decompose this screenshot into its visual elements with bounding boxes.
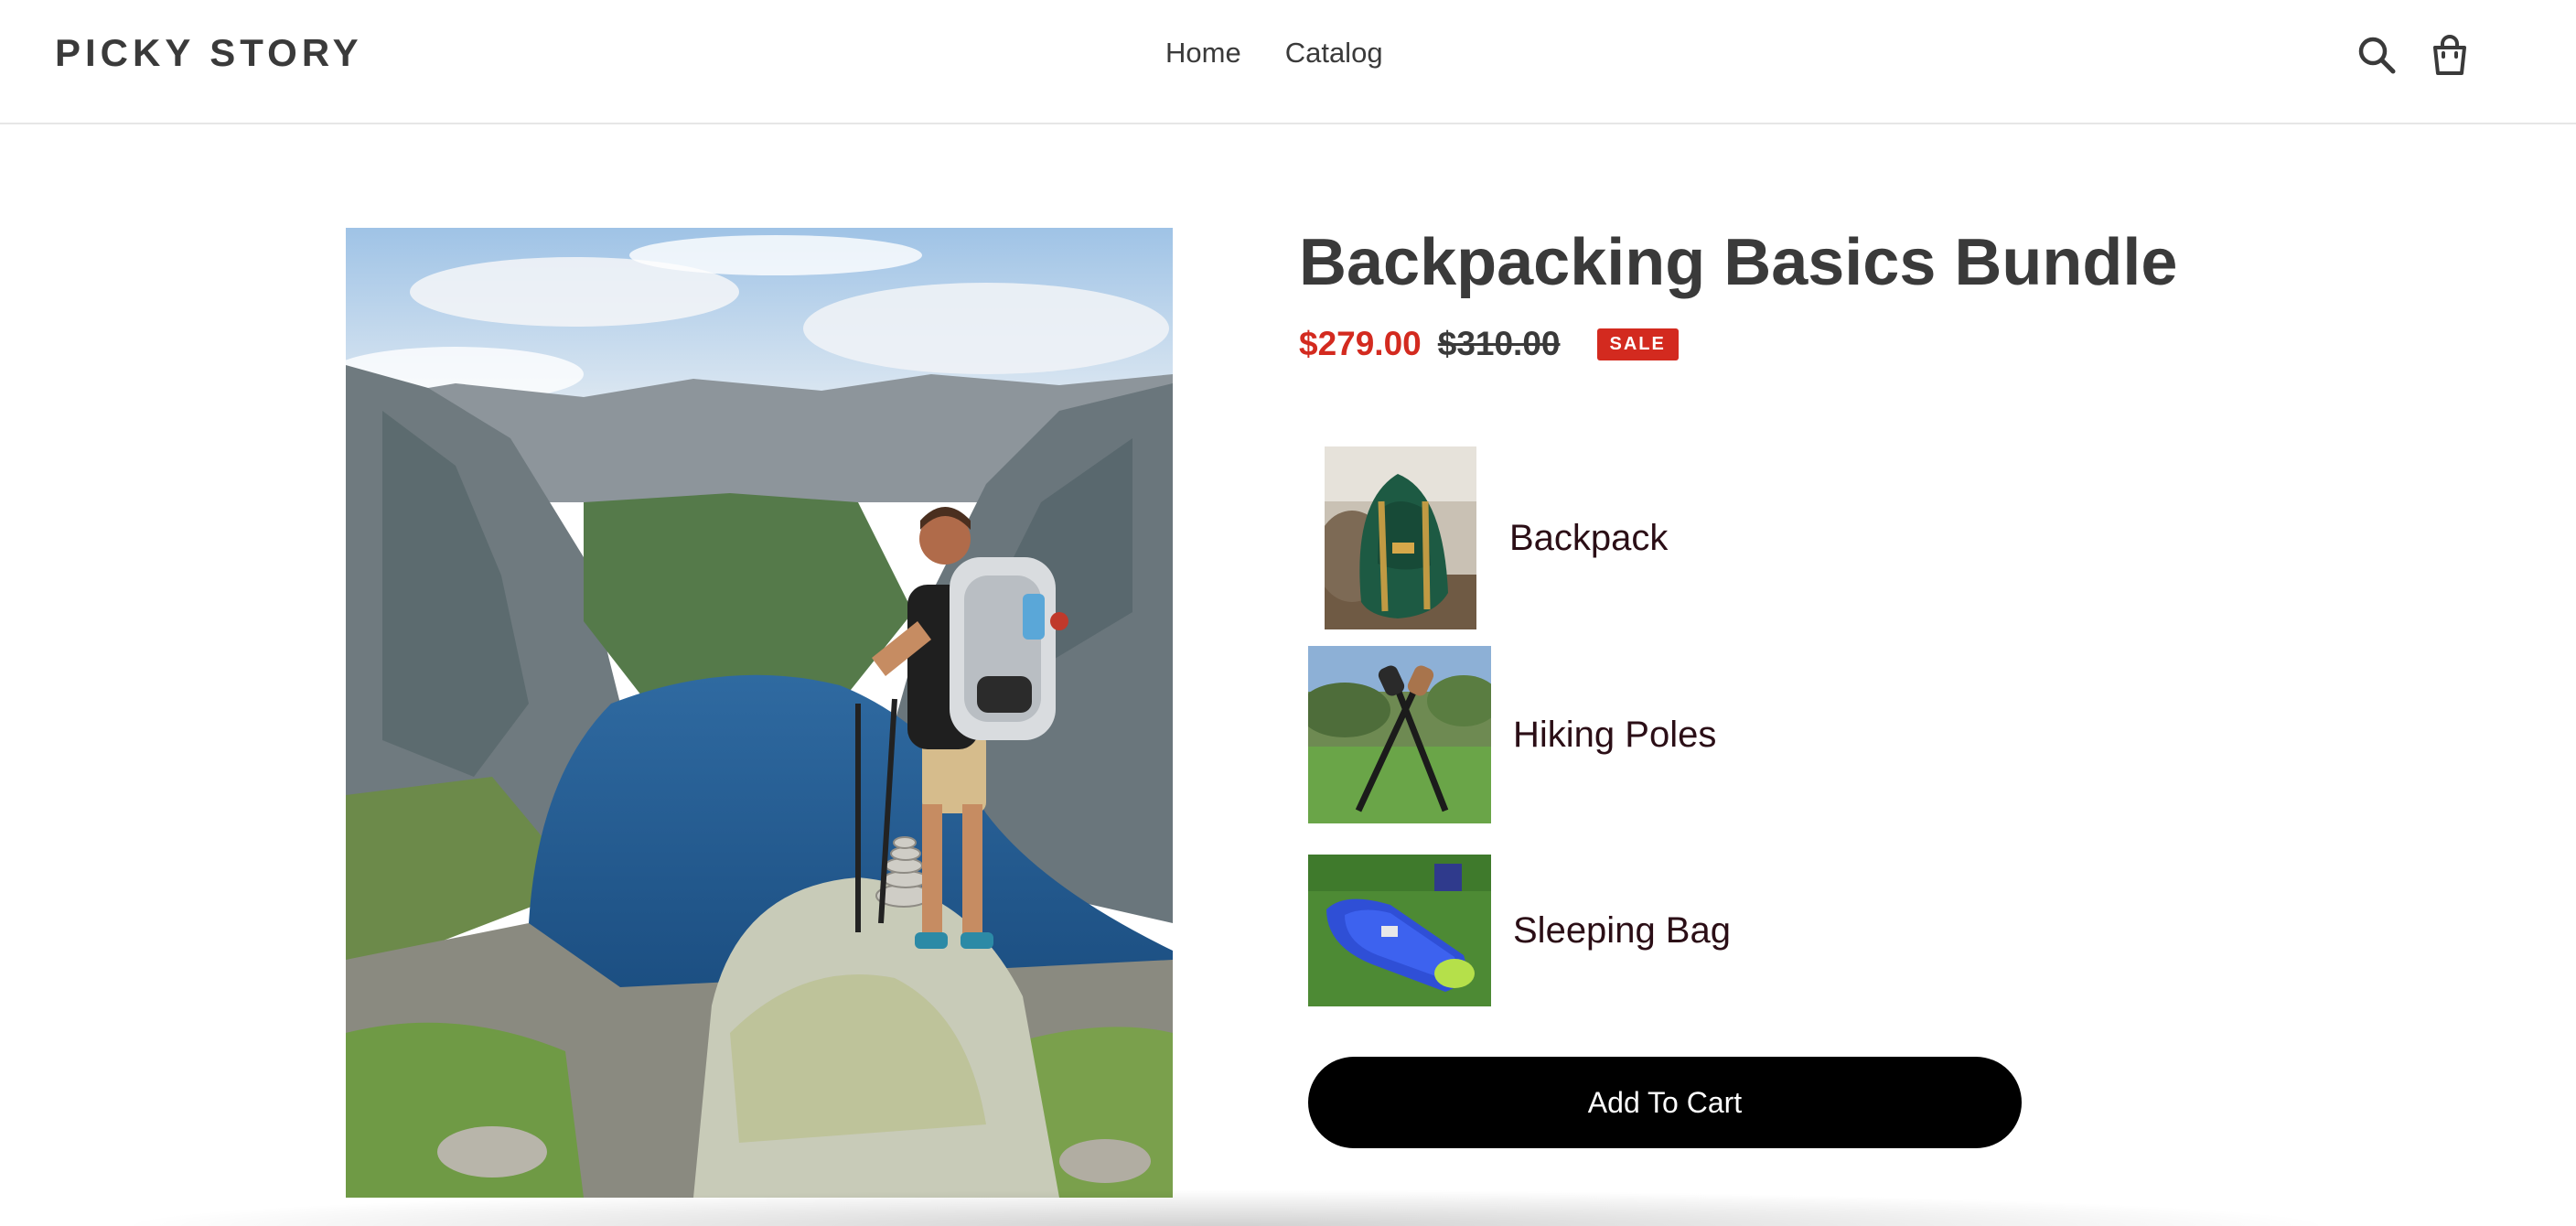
bundle-item-sleeping-bag[interactable]: Sleeping Bag (1308, 855, 1731, 1006)
nav-catalog[interactable]: Catalog (1285, 37, 1383, 70)
add-to-cart-button[interactable]: Add To Cart (1308, 1057, 2022, 1148)
bundle-item-label: Backpack (1509, 517, 1669, 558)
product-hero-image (346, 228, 1173, 1198)
bundle-item-label: Sleeping Bag (1513, 909, 1731, 951)
bundle-item-label: Hiking Poles (1513, 714, 1717, 755)
compare-at-price: $310.00 (1437, 325, 1561, 362)
nav-home[interactable]: Home (1165, 37, 1241, 70)
hiking-poles-thumbnail[interactable] (1308, 646, 1491, 823)
bundle-item-hiking-poles[interactable]: Hiking Poles (1308, 646, 1716, 823)
bundle-item-backpack[interactable]: Backpack (1308, 446, 1668, 629)
search-icon[interactable] (2355, 33, 2399, 77)
backpack-thumbnail[interactable] (1325, 446, 1476, 629)
product-title: Backpacking Basics Bundle (1299, 226, 2178, 299)
sale-price: $279.00 (1299, 325, 1422, 362)
sleeping-bag-thumbnail[interactable] (1308, 855, 1491, 1006)
cart-icon[interactable] (2428, 33, 2472, 77)
site-header: PICKY STORY Home Catalog (0, 0, 2576, 124)
sale-badge: SALE (1596, 328, 1679, 360)
main-nav: Home Catalog (1165, 37, 1383, 70)
store-logo[interactable]: PICKY STORY (55, 31, 363, 75)
price-row: $279.00 $310.00 SALE (1299, 325, 1679, 363)
